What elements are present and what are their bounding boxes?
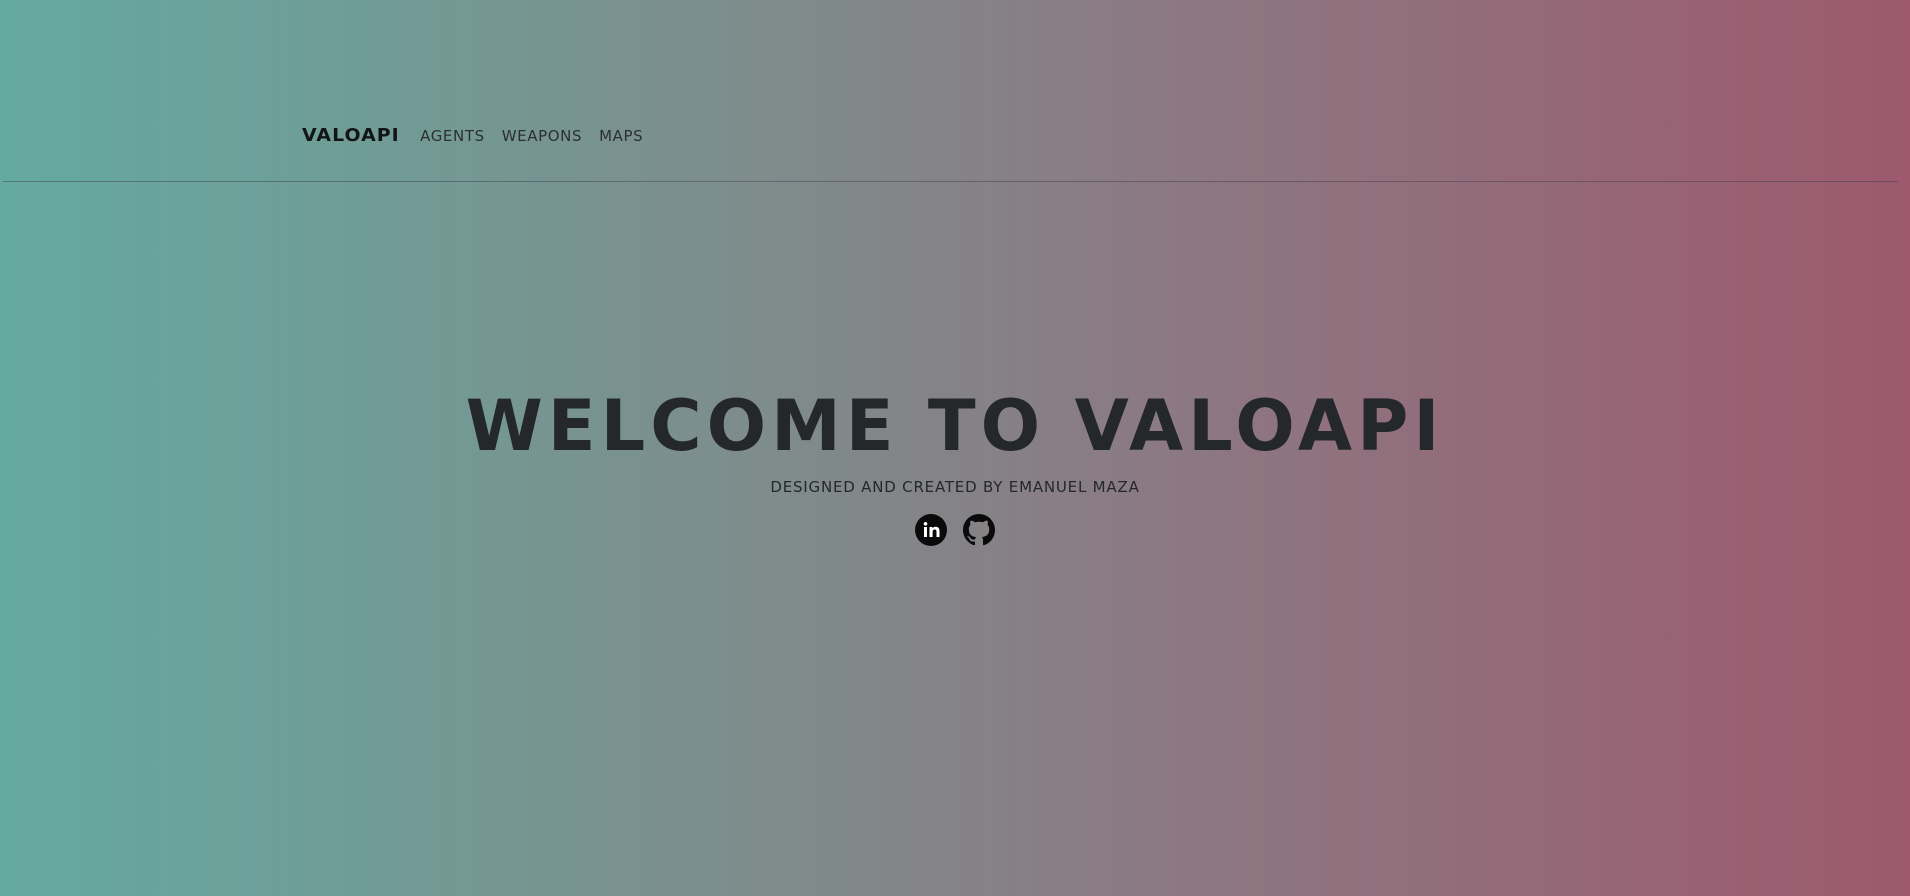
header-divider — [3, 181, 1898, 182]
linkedin-icon[interactable] — [915, 514, 947, 546]
nav-link-weapons[interactable]: WEAPONS — [502, 127, 582, 145]
nav-link-agents[interactable]: AGENTS — [420, 127, 485, 145]
hero-title: WELCOME TO VALOAPI — [465, 385, 1445, 467]
hero-subtitle: DESIGNED AND CREATED BY EMANUEL MAZA — [770, 478, 1140, 496]
nav-link-maps[interactable]: MAPS — [599, 127, 643, 145]
github-icon[interactable] — [963, 514, 995, 546]
social-links — [0, 514, 1910, 546]
hero-section: WELCOME TO VALOAPI DESIGNED AND CREATED … — [0, 388, 1910, 546]
brand-logo-link[interactable]: VALOAPI — [302, 125, 400, 146]
navbar: VALOAPI AGENTS WEAPONS MAPS — [0, 0, 1910, 182]
nav-bar-inner: VALOAPI AGENTS WEAPONS MAPS — [302, 125, 643, 146]
